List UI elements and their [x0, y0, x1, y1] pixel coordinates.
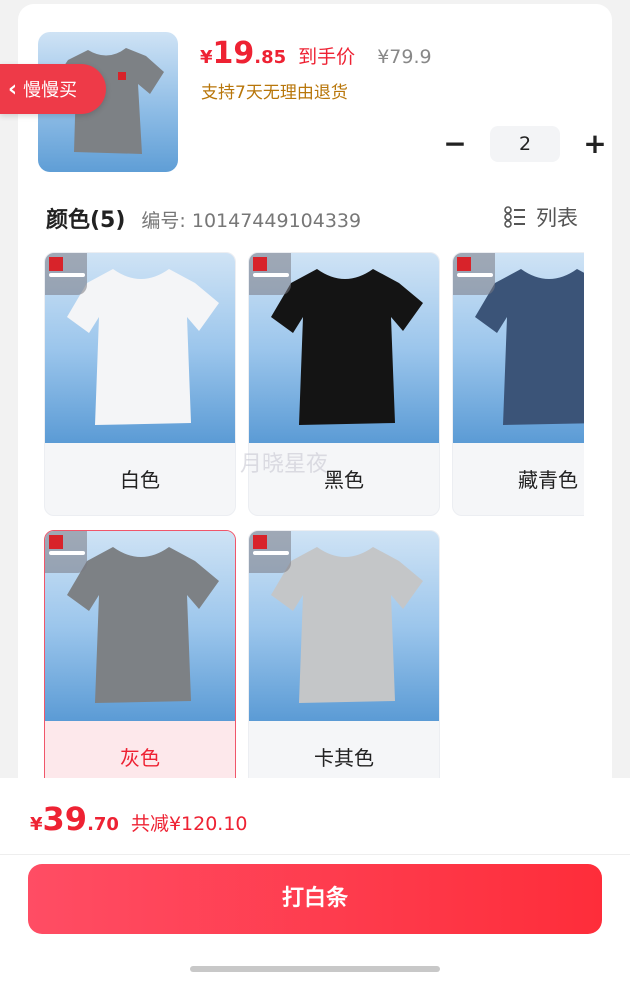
quantity-stepper: − 2 +: [440, 124, 610, 164]
price-line: ¥ 19 .85 到手价 ¥79.9: [200, 36, 432, 71]
price-currency: ¥: [200, 47, 213, 68]
total-decimal: .70: [87, 814, 119, 835]
total-saved: 共减¥120.10: [130, 813, 248, 835]
watermark: 月晓星夜: [240, 452, 329, 477]
total-currency: ¥: [30, 814, 43, 835]
total-integer: 39: [42, 800, 88, 838]
divider: [0, 854, 630, 855]
back-button[interactable]: ‹ 慢慢买: [0, 64, 106, 114]
color-option-navy[interactable]: 藏青色: [452, 252, 584, 516]
color-label: 藏青色: [518, 468, 578, 492]
color-option-white[interactable]: 白色: [44, 252, 236, 516]
checkout-bar: ¥ 39 .70 共减¥120.10 打白条: [0, 778, 630, 986]
total-price: ¥ 39 .70 共减¥120.10: [30, 800, 248, 838]
color-label: 白色: [120, 468, 160, 492]
list-view-label: 列表: [536, 206, 578, 230]
color-option-khaki[interactable]: 卡其色: [248, 530, 440, 792]
price-integer: 19: [212, 36, 255, 71]
color-header: 颜色(5) 编号: 10147449104339: [46, 202, 361, 234]
return-policy: 支持7天无理由退货: [201, 83, 348, 103]
sku-number: 编号: 10147449104339: [141, 210, 362, 232]
back-label: 慢慢买: [23, 80, 78, 101]
home-indicator[interactable]: [190, 966, 440, 972]
quantity-value[interactable]: 2: [490, 126, 560, 162]
color-option-gray[interactable]: 灰色: [44, 530, 236, 792]
color-title: 颜色(5): [46, 208, 126, 233]
color-grid: 白色 黑色 藏青色 灰色 卡其色: [44, 252, 584, 792]
color-image: [45, 253, 235, 443]
color-image: [453, 253, 584, 443]
pay-button[interactable]: 打白条: [28, 864, 602, 934]
original-price: ¥79.9: [377, 46, 432, 68]
color-image: [249, 531, 439, 721]
color-image: [249, 253, 439, 443]
list-icon: [504, 206, 525, 228]
increase-button[interactable]: +: [580, 124, 610, 164]
decrease-button[interactable]: −: [440, 124, 470, 164]
price-decimal: .85: [254, 47, 287, 68]
brand-logo-icon: [45, 531, 87, 573]
brand-logo-icon: [45, 253, 87, 295]
brand-logo-icon: [249, 253, 291, 295]
chevron-left-icon: ‹: [8, 76, 18, 102]
brand-logo-icon: [249, 531, 291, 573]
price-tag: 到手价: [298, 46, 356, 68]
color-image: [45, 531, 235, 721]
list-view-toggle[interactable]: 列表: [504, 202, 578, 232]
brand-logo-icon: [453, 253, 495, 295]
